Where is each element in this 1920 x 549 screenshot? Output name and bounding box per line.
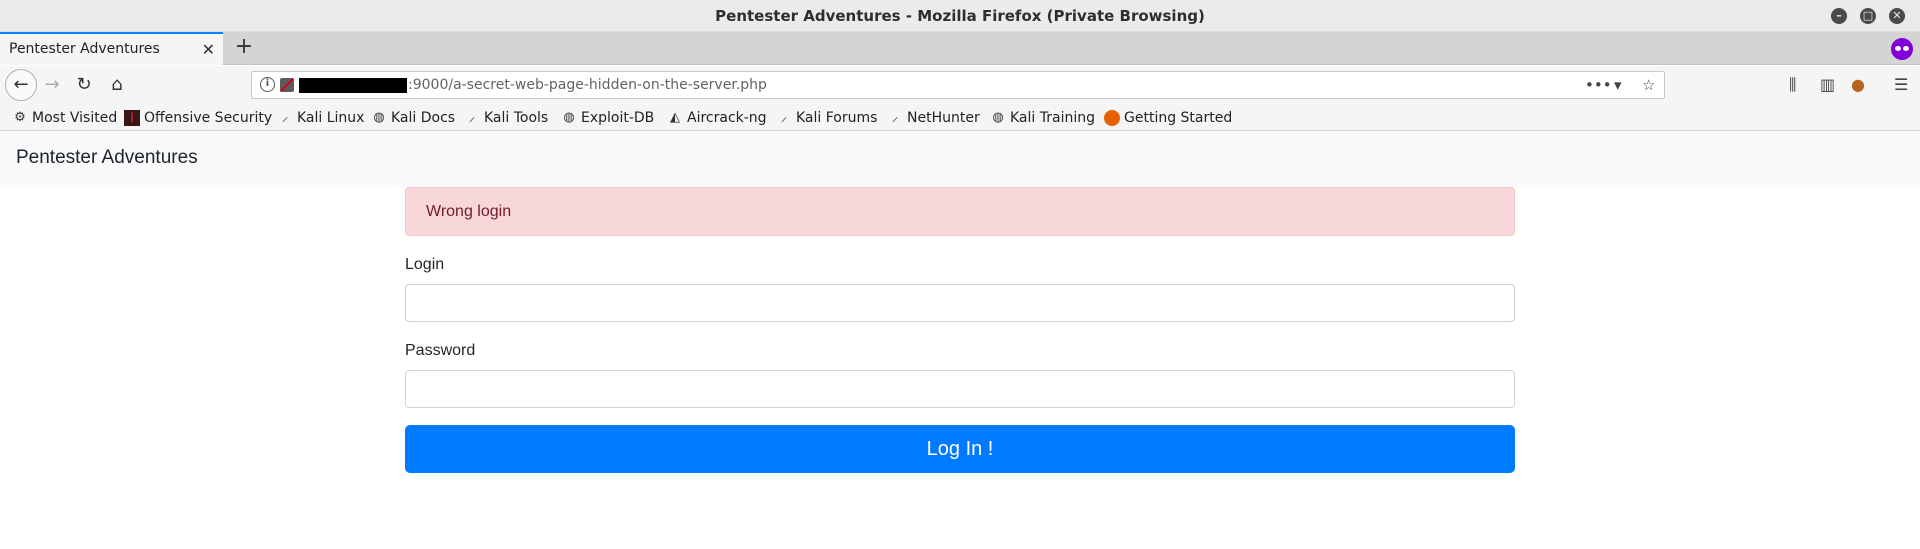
offsec-icon: | (124, 110, 140, 126)
insecure-connection-icon[interactable] (280, 78, 294, 92)
forward-arrow-icon[interactable]: → (38, 71, 66, 99)
error-alert: Wrong login (405, 187, 1515, 236)
password-label: Password (405, 342, 476, 359)
back-arrow-icon[interactable]: ← (5, 69, 37, 101)
tab-close-icon[interactable]: ✕ (202, 40, 215, 59)
globe-icon: ◍ (373, 110, 385, 125)
sidebar-icon[interactable]: ▥ (1820, 75, 1835, 94)
tab-strip: Pentester Adventures ✕ + (0, 32, 1920, 65)
pocket-icon[interactable]: ▾ (1614, 76, 1622, 94)
bookmark-exploit-db[interactable]: ◍ Exploit-DB (561, 108, 654, 128)
bookmark-kali-tools[interactable]: ⸝ Kali Tools (464, 108, 548, 128)
close-icon[interactable]: ✕ (1889, 8, 1905, 24)
cookie-extension-icon[interactable]: ● (1851, 75, 1865, 94)
bookmarks-toolbar: ⚙ Most Visited | Offensive Security ⸝ Kali … (0, 104, 1920, 131)
page-actions-icon[interactable]: ••• (1585, 76, 1612, 94)
bookmark-kali-training[interactable]: ◍ Kali Training (990, 108, 1095, 128)
url-text[interactable]: :9000/a-secret-web-page-hidden-on-the-se… (408, 77, 767, 93)
window-title: Pentester Adventures - Mozilla Firefox (… (715, 7, 1205, 25)
kali-dragon-icon: ⸝ (281, 110, 289, 125)
bookmark-getting-started[interactable]: Getting Started (1104, 108, 1232, 128)
bookmark-most-visited[interactable]: ⚙ Most Visited (12, 108, 117, 128)
tab-title: Pentester Adventures (9, 41, 160, 57)
site-navbar: Pentester Adventures (0, 131, 1920, 187)
site-brand[interactable]: Pentester Adventures (16, 147, 198, 169)
menu-icon[interactable]: ☰ (1894, 75, 1908, 94)
login-submit-button[interactable]: Log In ! (405, 425, 1515, 473)
globe-icon: ◍ (563, 110, 575, 125)
error-alert-text: Wrong login (426, 203, 512, 220)
bookmark-aircrack-ng[interactable]: ◭ Aircrack-ng (667, 108, 767, 128)
library-icon[interactable]: ⫼ (1789, 75, 1796, 95)
bookmark-kali-docs[interactable]: ◍ Kali Docs (371, 108, 455, 128)
reload-icon[interactable]: ↻ (70, 71, 98, 99)
gear-icon: ⚙ (14, 110, 26, 125)
aircrack-icon: ◭ (670, 110, 680, 125)
kali-dragon-icon: ⸝ (468, 110, 476, 125)
url-bar[interactable]: i :9000/a-secret-web-page-hidden-on-the-… (251, 71, 1665, 99)
firefox-icon (1104, 110, 1120, 126)
window-titlebar: Pentester Adventures - Mozilla Firefox (… (0, 0, 1920, 32)
home-icon[interactable]: ⌂ (103, 71, 131, 99)
kali-dragon-icon: ⸝ (780, 110, 788, 125)
redacted-host (299, 78, 407, 93)
password-input[interactable] (405, 370, 1515, 408)
bookmark-nethunter[interactable]: ⸝ NetHunter (887, 108, 980, 128)
bookmark-star-icon[interactable]: ☆ (1642, 76, 1655, 94)
login-input[interactable] (405, 284, 1515, 322)
bookmark-offensive-security[interactable]: | Offensive Security (124, 108, 272, 128)
globe-icon: ◍ (992, 110, 1004, 125)
bookmark-kali-linux[interactable]: ⸝ Kali Linux (277, 108, 365, 128)
site-info-icon[interactable]: i (260, 77, 275, 92)
bookmark-kali-forums[interactable]: ⸝ Kali Forums (776, 108, 878, 128)
maximize-icon[interactable]: □ (1860, 8, 1876, 24)
minimize-icon[interactable]: – (1831, 8, 1847, 24)
tab-pentester-adventures[interactable]: Pentester Adventures ✕ (0, 32, 223, 65)
private-browsing-icon (1891, 38, 1913, 60)
login-label: Login (405, 256, 445, 273)
kali-dragon-icon: ⸝ (891, 110, 899, 125)
navigation-toolbar: ← → ↻ ⌂ i :9000/a-secret-web-page-hidden… (0, 66, 1920, 104)
new-tab-icon[interactable]: + (232, 36, 256, 60)
